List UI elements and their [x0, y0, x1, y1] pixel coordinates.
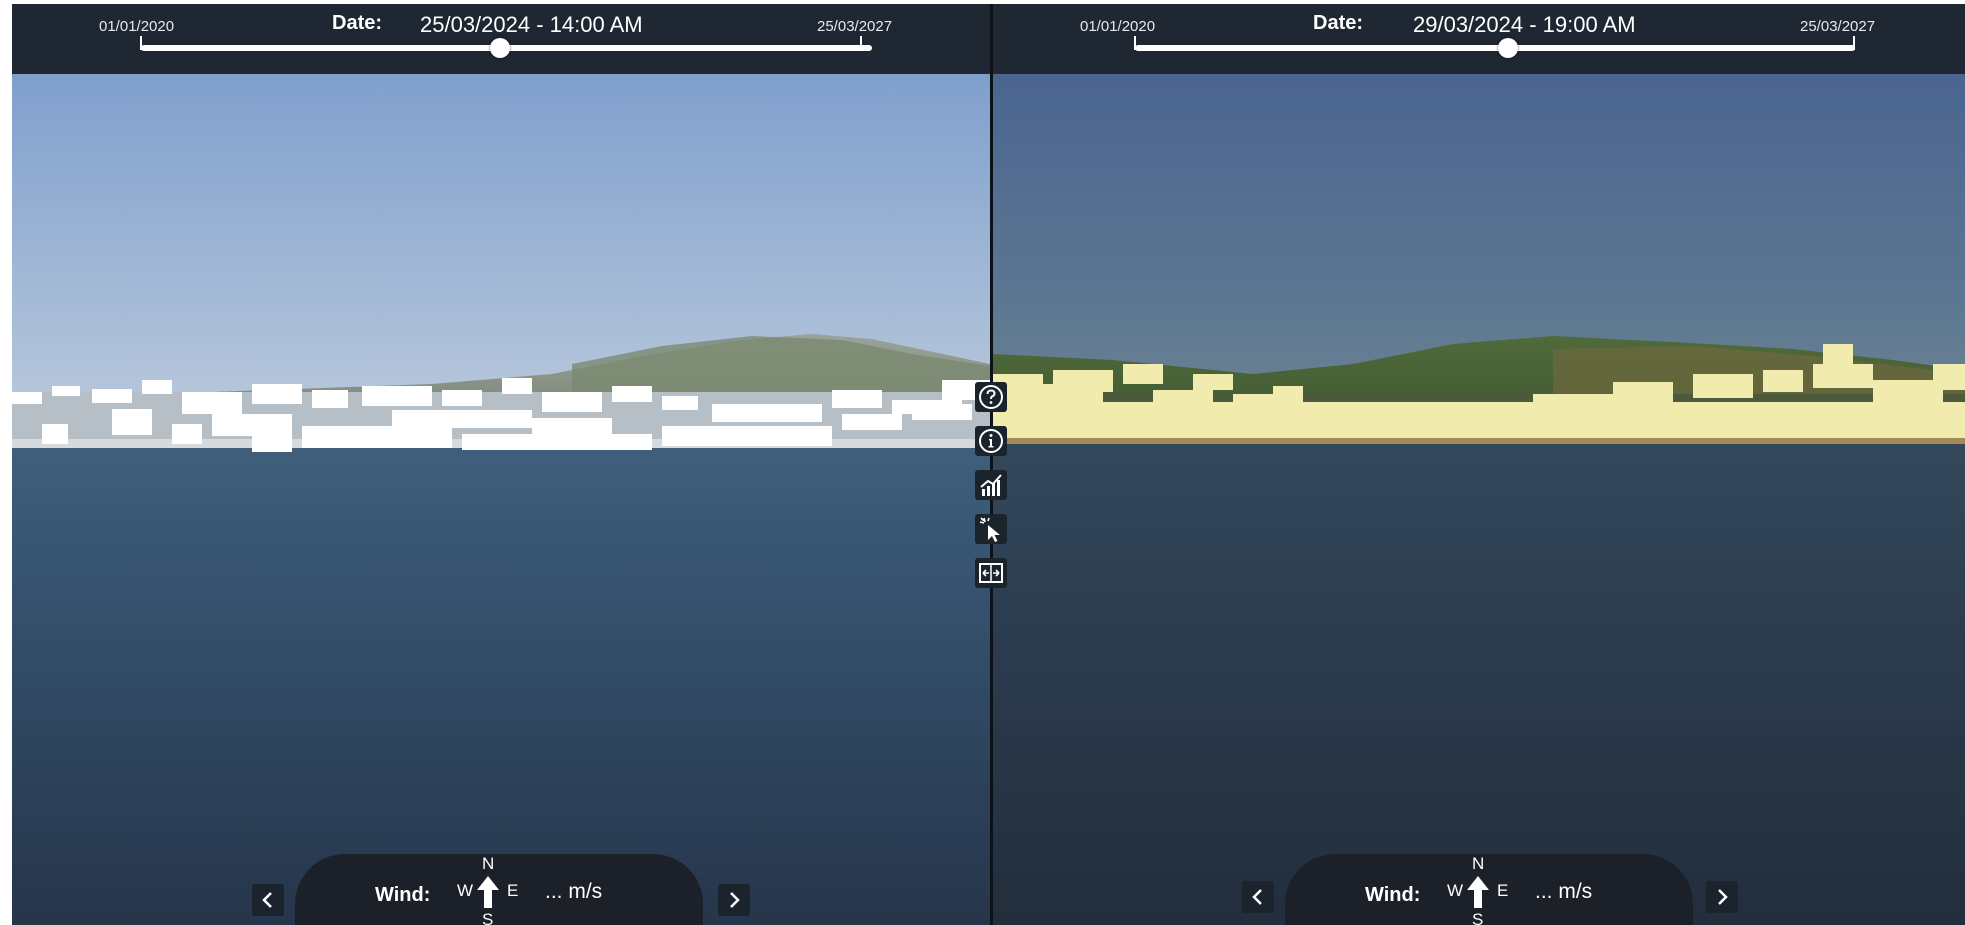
help-icon: [979, 385, 1003, 409]
previous-wind-button[interactable]: [1242, 881, 1274, 913]
left-timeline-header: 01/01/2020 Date: 25/03/2024 - 14:00 AM 2…: [12, 4, 990, 74]
next-wind-button[interactable]: [1706, 881, 1738, 913]
info-icon: [979, 429, 1003, 453]
date-label: Date:: [332, 12, 383, 34]
chevron-right-icon: [1718, 889, 1728, 905]
help-button[interactable]: [975, 382, 1007, 412]
wind-direction-arrow-icon: [477, 876, 499, 908]
slider-end-tick: [860, 36, 862, 50]
date-slider-thumb[interactable]: [490, 38, 510, 58]
range-start-label: 01/01/2020: [99, 18, 175, 35]
app-frame: 01/01/2020 Date: 25/03/2024 - 14:00 AM 2…: [12, 4, 1965, 925]
date-label: Date:: [1313, 12, 1364, 34]
left-3d-scene[interactable]: [12, 74, 990, 925]
range-end-label: 25/03/2027: [1800, 18, 1876, 35]
chart-icon: [980, 474, 1002, 496]
compass-north: N: [482, 854, 495, 873]
wind-label: Wind:: [375, 884, 431, 906]
previous-wind-button[interactable]: [252, 884, 284, 916]
date-slider-thumb[interactable]: [1498, 38, 1518, 58]
left-view-pane[interactable]: 01/01/2020 Date: 25/03/2024 - 14:00 AM 2…: [12, 4, 990, 925]
compass-south: S: [1472, 910, 1484, 925]
select-tool-button[interactable]: [975, 514, 1007, 544]
chevron-left-icon: [1252, 889, 1262, 905]
date-value: 29/03/2024 - 19:00 AM: [1413, 12, 1636, 37]
date-value: 25/03/2024 - 14:00 AM: [420, 12, 643, 37]
split-view-button[interactable]: [975, 558, 1007, 588]
range-start-label: 01/01/2020: [1080, 18, 1156, 35]
right-3d-scene[interactable]: [993, 74, 1965, 925]
wind-direction-arrow-icon: [1467, 876, 1489, 908]
compass-west: W: [457, 881, 474, 900]
chart-button[interactable]: [975, 470, 1007, 500]
wind-panel: Wind: N W E S ... m/s: [295, 854, 703, 925]
range-end-label: 25/03/2027: [817, 18, 893, 35]
compass-east: E: [507, 881, 519, 900]
compass-east: E: [1497, 881, 1509, 900]
info-button[interactable]: [975, 426, 1007, 456]
date-slider-track[interactable]: [1135, 45, 1855, 51]
slider-end-tick: [1853, 36, 1855, 50]
chevron-right-icon: [730, 892, 740, 908]
right-view-pane[interactable]: 01/01/2020 Date: 29/03/2024 - 19:00 AM 2…: [993, 4, 1965, 925]
wind-panel: Wind: N W E S ... m/s: [1285, 854, 1693, 925]
compass-north: N: [1472, 854, 1485, 873]
next-wind-button[interactable]: [718, 884, 750, 916]
split-view-icon: [979, 563, 1003, 583]
wind-label: Wind:: [1365, 884, 1421, 906]
wind-speed-value: ... m/s: [1535, 880, 1593, 903]
cursor-select-icon: [979, 517, 1000, 542]
chevron-left-icon: [262, 892, 272, 908]
right-timeline-header: 01/01/2020 Date: 29/03/2024 - 19:00 AM 2…: [993, 4, 1965, 74]
compass-south: S: [482, 910, 494, 925]
wind-speed-value: ... m/s: [545, 880, 603, 903]
compass-west: W: [1447, 881, 1464, 900]
